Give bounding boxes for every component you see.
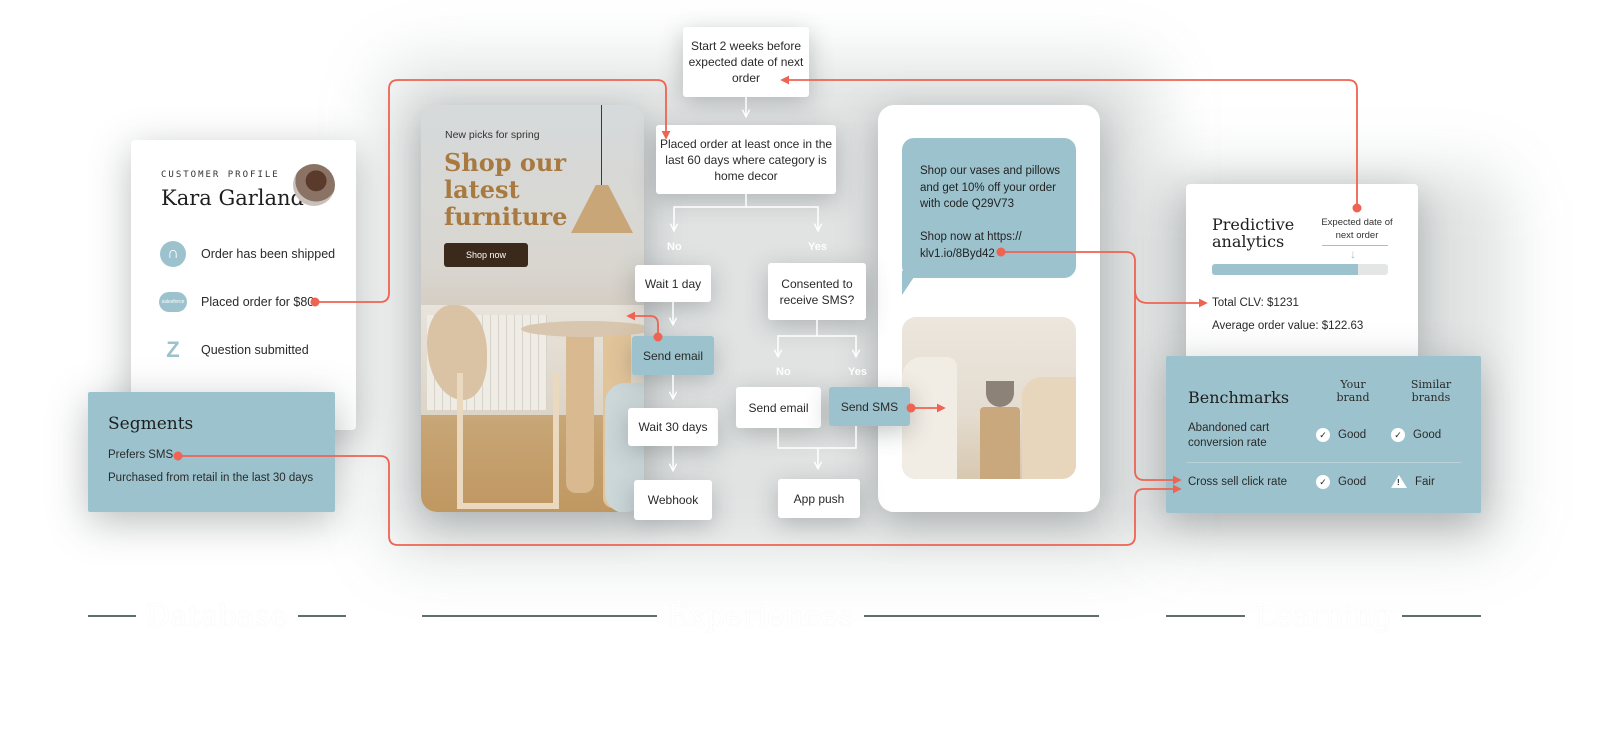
benchmark-metric: Cross sell click rate — [1188, 476, 1288, 488]
section-learning: Learning — [1166, 596, 1481, 636]
email-headline: Shop our latest furniture — [444, 148, 568, 231]
prediction-progress-bar — [1212, 264, 1388, 275]
sms-branch-no-label: No — [776, 366, 791, 378]
chair-image — [457, 373, 559, 509]
predictive-analytics-card: Predictive analytics Expected date of ne… — [1186, 184, 1418, 359]
col-header-similar-brands: Similar brands — [1410, 378, 1452, 404]
flow-send-sms[interactable]: Send SMS — [829, 387, 910, 426]
divider — [1186, 462, 1461, 463]
email-kicker: New picks for spring — [445, 129, 540, 141]
check-icon: ✓ — [1391, 428, 1405, 442]
event-label: Placed order for $80 — [201, 295, 315, 309]
sms-message: Shop our vases and pillows and get 10% o… — [920, 165, 1060, 260]
section-label: Learning — [1254, 598, 1393, 634]
check-icon: ✓ — [1316, 428, 1330, 442]
section-experiences: Experiences — [422, 596, 1099, 636]
customer-name: Kara Garland — [161, 186, 304, 210]
segments-title: Segments — [108, 414, 194, 434]
profile-event: ∩ Order has been shipped — [159, 240, 335, 268]
predictive-title: Predictive analytics — [1212, 215, 1295, 251]
flow-wait-30-days[interactable]: Wait 30 days — [628, 408, 718, 446]
sms-preview: Shop our vases and pillows and get 10% o… — [878, 105, 1100, 512]
benchmark-status: ✓ Good — [1316, 475, 1366, 489]
salesforce-icon: salesforce — [159, 288, 187, 316]
average-order-value: Average order value: $122.63 — [1212, 320, 1364, 332]
shop-now-button[interactable]: Shop now — [444, 243, 528, 267]
profile-event: Z Question submitted — [159, 336, 309, 364]
check-icon: ✓ — [1316, 475, 1330, 489]
benchmark-status: ! Fair — [1391, 475, 1435, 488]
sms-bubble-tail — [902, 271, 918, 295]
branch-no-label: No — [667, 241, 682, 253]
benchmark-metric: Abandoned cart conversion rate — [1188, 422, 1270, 449]
profile-event: salesforce Placed order for $80 — [159, 288, 314, 316]
segments-card: Segments Prefers SMS Purchased from reta… — [88, 392, 335, 512]
col-header-your-brand: Your brand — [1336, 378, 1370, 404]
event-label: Question submitted — [201, 343, 309, 357]
sms-branch-yes-label: Yes — [848, 366, 867, 378]
zendesk-icon: Z — [166, 337, 180, 362]
prediction-progress-fill — [1212, 264, 1359, 275]
expected-date-marker — [1322, 245, 1388, 246]
benchmarks-card: Benchmarks Your brand Similar brands Aba… — [1166, 356, 1481, 513]
total-clv: Total CLV: $1231 — [1212, 297, 1299, 309]
flow-send-email-2[interactable]: Send email — [736, 387, 821, 428]
event-label: Order has been shipped — [201, 247, 336, 261]
flow-send-email[interactable]: Send email — [632, 336, 714, 375]
benchmarks-title: Benchmarks — [1188, 388, 1290, 407]
segment-item: Purchased from retail in the last 30 day… — [108, 472, 314, 484]
flow-webhook[interactable]: Webhook — [634, 480, 712, 520]
warning-icon: ! — [1391, 475, 1407, 488]
table-leg-image — [566, 333, 594, 493]
profile-kicker: CUSTOMER PROFILE — [161, 170, 280, 180]
flow-condition[interactable]: Placed order at least once in the last 6… — [656, 125, 836, 194]
sms-product-image — [902, 317, 1076, 479]
section-label: Experiences — [667, 598, 854, 634]
section-label: Database — [145, 598, 289, 634]
flow-sms-consent-condition[interactable]: Consented to receive SMS? — [768, 263, 866, 320]
flow-wait-1-day[interactable]: Wait 1 day — [635, 265, 711, 302]
email-preview: New picks for spring Shop our latest fur… — [421, 105, 644, 512]
arrow-circle-icon: ∩ — [159, 240, 187, 268]
segment-item: Prefers SMS — [108, 449, 174, 461]
expected-date-label: Expected date of next order — [1321, 217, 1393, 241]
branch-yes-label: Yes — [808, 241, 827, 253]
flow-app-push[interactable]: App push — [778, 479, 860, 518]
arrow-down-icon: ↓ — [1350, 247, 1356, 261]
flow-trigger[interactable]: Start 2 weeks before expected date of ne… — [683, 27, 809, 97]
benchmark-status: ✓ Good — [1391, 428, 1441, 442]
customer-profile-card: CUSTOMER PROFILE Kara Garland ∩ Order ha… — [131, 140, 356, 430]
section-database: Database — [88, 596, 346, 636]
table-image — [521, 321, 644, 337]
avatar — [293, 164, 335, 206]
benchmark-status: ✓ Good — [1316, 428, 1366, 442]
lamp-cord — [601, 105, 602, 187]
